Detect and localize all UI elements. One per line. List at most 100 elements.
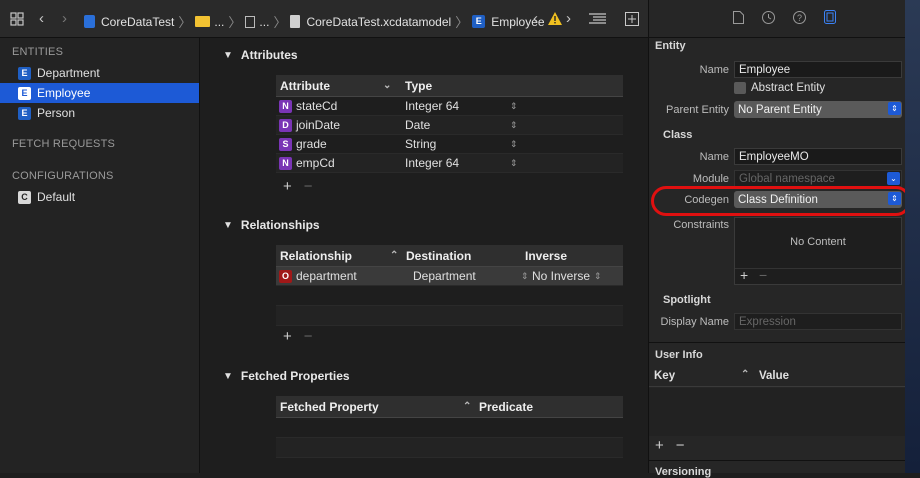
attributes-add-remove: + − <box>283 178 313 195</box>
date-type-icon: D <box>279 119 292 132</box>
data-model-inspector-icon[interactable] <box>824 10 836 27</box>
class-section-header: Class <box>663 129 692 141</box>
chevron-right-icon: 〉 <box>455 12 468 31</box>
sidebar-item-person[interactable]: E Person <box>0 103 199 123</box>
breadcrumb-folder[interactable]: ... <box>214 15 224 29</box>
user-info-table-header: Key ⌃ Value <box>649 365 906 387</box>
chevron-right-icon: 〉 <box>178 12 191 31</box>
column-value[interactable]: Value <box>759 370 789 382</box>
display-name-field[interactable]: Expression <box>734 313 902 330</box>
help-inspector-icon[interactable]: ? <box>793 11 806 27</box>
parent-entity-value: No Parent Entity <box>738 104 822 116</box>
sidebar-item-department[interactable]: E Department <box>0 63 199 83</box>
attribute-type[interactable]: String <box>405 137 510 151</box>
column-destination[interactable]: Destination <box>406 249 525 263</box>
codegen-select[interactable]: Class Definition ⇕ <box>734 191 902 208</box>
module-field[interactable]: Global namespace ⌄ <box>734 170 902 187</box>
attribute-type[interactable]: Integer 64 <box>405 99 510 113</box>
remove-user-info-button[interactable]: − <box>676 437 685 454</box>
abstract-entity-checkbox[interactable]: Abstract Entity <box>734 82 825 94</box>
popup-arrows-icon: ⇕ <box>888 102 901 115</box>
relationship-inverse[interactable]: No Inverse <box>532 269 590 283</box>
sidebar-item-label: Employee <box>37 86 90 100</box>
attribute-type[interactable]: Date <box>405 118 510 132</box>
attribute-name[interactable]: empCd <box>296 156 405 170</box>
attribute-name[interactable]: joinDate <box>296 118 405 132</box>
attribute-name[interactable]: stateCd <box>296 99 405 113</box>
relationship-name[interactable]: department <box>296 269 413 283</box>
next-issue-icon[interactable]: › <box>566 10 571 27</box>
stepper-icon[interactable]: ⇕ <box>510 101 518 112</box>
stepper-icon[interactable]: ⇕ <box>594 271 602 282</box>
stepper-icon[interactable]: ⇕ <box>510 120 518 131</box>
relationship-type-icon: O <box>279 270 292 283</box>
breadcrumb-project[interactable]: CoreDataTest <box>101 15 174 29</box>
breadcrumb-file[interactable]: CoreDataTest.xcdatamodel <box>306 15 451 29</box>
sidebar-item-employee[interactable]: E Employee <box>0 83 199 103</box>
column-predicate[interactable]: Predicate <box>479 400 533 414</box>
table-row-empty <box>276 438 623 458</box>
previous-issue-icon[interactable]: ‹ <box>533 10 538 27</box>
disclosure-triangle-icon: ▼ <box>223 371 233 382</box>
data-model-inspector: ? Entity Name Employee Abstract Entity P… <box>648 0 920 473</box>
relationship-destination[interactable]: Department <box>413 269 521 283</box>
column-key[interactable]: Key <box>654 370 675 382</box>
add-relationship-button[interactable]: + <box>283 328 292 345</box>
remove-attribute-button[interactable]: − <box>304 178 313 195</box>
table-row[interactable]: O department Department ⇕ No Inverse ⇕ <box>276 267 623 286</box>
stepper-icon[interactable]: ⇕ <box>510 139 518 150</box>
breadcrumb-group[interactable]: ... <box>259 15 269 29</box>
warning-icon[interactable] <box>548 12 562 28</box>
attribute-type[interactable]: Integer 64 <box>405 156 510 170</box>
string-type-icon: S <box>279 138 292 151</box>
sidebar-item-label: Department <box>37 66 100 80</box>
fetched-properties-section-toggle[interactable]: ▼ Fetched Properties <box>223 369 350 383</box>
remove-constraint-button[interactable]: − <box>759 267 767 283</box>
column-relationship[interactable]: Relationship <box>276 249 390 263</box>
grid-icon[interactable] <box>10 12 24 29</box>
relationships-table-header: Relationship ⌃ Destination Inverse <box>276 245 623 267</box>
chevron-down-icon[interactable]: ⌄ <box>887 172 900 185</box>
fetch-requests-header: FETCH REQUESTS <box>12 138 115 150</box>
attributes-section-toggle[interactable]: ▼ Attributes <box>223 48 298 62</box>
entity-name-field[interactable]: Employee <box>734 61 902 78</box>
table-row[interactable]: D joinDate Date ⇕ <box>276 116 623 135</box>
entities-header: ENTITIES <box>12 46 63 58</box>
chevron-right-icon: 〉 <box>273 12 286 31</box>
column-attribute[interactable]: Attribute <box>276 79 383 93</box>
table-row[interactable]: N empCd Integer 64 ⇕ <box>276 154 623 173</box>
constraints-list[interactable]: No Content + − <box>734 217 902 285</box>
forward-icon[interactable]: › <box>62 10 67 27</box>
attributes-title: Attributes <box>241 48 298 62</box>
table-row[interactable]: S grade String ⇕ <box>276 135 623 154</box>
back-icon[interactable]: ‹ <box>39 10 44 27</box>
column-type[interactable]: Type <box>405 79 432 93</box>
attribute-name[interactable]: grade <box>296 137 405 151</box>
chevron-right-icon: 〉 <box>228 12 241 31</box>
stepper-icon[interactable]: ⇕ <box>521 271 532 282</box>
file-group-icon <box>245 16 255 28</box>
column-inverse[interactable]: Inverse <box>525 249 567 263</box>
file-inspector-icon[interactable] <box>733 11 744 27</box>
class-name-field[interactable]: EmployeeMO <box>734 148 902 165</box>
sidebar-item-default[interactable]: C Default <box>0 187 199 207</box>
stepper-icon[interactable]: ⇕ <box>510 158 518 169</box>
add-user-info-button[interactable]: + <box>655 437 664 454</box>
fetched-properties-table-header: Fetched Property ⌃ Predicate <box>276 396 623 418</box>
folder-icon <box>195 16 210 27</box>
fetched-properties-table: Fetched Property ⌃ Predicate <box>276 396 623 458</box>
parent-entity-select[interactable]: No Parent Entity ⇕ <box>734 101 902 118</box>
remove-relationship-button[interactable]: − <box>304 328 313 345</box>
column-fetched-property[interactable]: Fetched Property <box>276 400 463 414</box>
history-inspector-icon[interactable] <box>762 11 775 27</box>
entity-badge-icon: E <box>18 87 31 100</box>
editor-options-icon[interactable] <box>589 13 606 28</box>
add-constraint-button[interactable]: + <box>740 267 748 283</box>
constraints-label: Constraints <box>649 219 729 231</box>
add-editor-icon[interactable] <box>625 12 639 29</box>
add-attribute-button[interactable]: + <box>283 178 292 195</box>
table-row[interactable]: N stateCd Integer 64 ⇕ <box>276 97 623 116</box>
relationships-section-toggle[interactable]: ▼ Relationships <box>223 218 320 232</box>
relationships-table: Relationship ⌃ Destination Inverse O dep… <box>276 245 623 326</box>
divider <box>649 460 920 461</box>
